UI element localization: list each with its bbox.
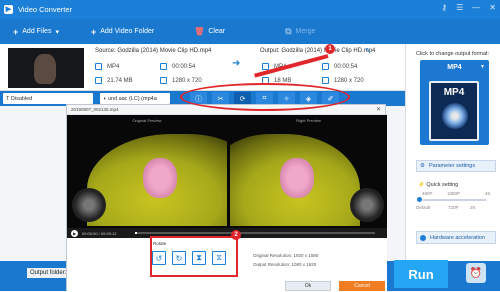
src-format: MP4 — [95, 63, 119, 70]
original-preview-label: Original Preview — [132, 118, 162, 123]
dialog-title: 20190807_002135.mp4 — [71, 107, 119, 112]
toggle-on-icon — [420, 234, 426, 241]
quality-720p: 720P — [448, 205, 459, 210]
settings-icon: ⚙ — [420, 163, 425, 169]
format-name: MP4 — [447, 64, 462, 71]
seek-bar[interactable] — [135, 232, 375, 234]
edit-name-icon[interactable]: ✎ — [365, 47, 371, 55]
run-button[interactable]: Run — [394, 260, 448, 288]
right-preview-label: Right Preview — [296, 118, 321, 123]
menu-icon[interactable]: ☰ — [456, 3, 463, 12]
preview-area: Original Preview Right Preview — [67, 115, 387, 228]
quality-480p: 480P — [422, 191, 433, 196]
output-folder-label: Output folder: — [27, 268, 70, 278]
out-resolution: 1280 x 720 — [322, 77, 364, 84]
quality-4k: 4K — [485, 191, 491, 196]
parameter-settings-button[interactable]: ⚙ Parameter settings — [416, 160, 496, 172]
src-duration: 00:00:54 — [160, 63, 195, 70]
app-logo-icon: ▶ — [4, 5, 13, 14]
cancel-button[interactable]: Cancel — [339, 281, 385, 291]
resolution-icon — [322, 77, 329, 84]
play-icon[interactable]: ▶ — [71, 229, 78, 237]
quality-slider-handle[interactable] — [416, 196, 423, 203]
merge-icon: ⧉ — [285, 26, 292, 36]
alarm-clock-icon[interactable]: ⏰ — [466, 263, 486, 283]
step-badge-1: 1 — [325, 44, 335, 54]
playback-time: 00:00:00 / 00:00:12 — [82, 230, 117, 236]
original-resolution: Original Resolution: 1920 x 1080 — [253, 253, 319, 258]
output-preview: Right Preview — [230, 118, 387, 226]
source-filename: Source: Godzilla (2014) Movie Clip HD.mp… — [95, 48, 212, 54]
key-icon[interactable]: ⚷ — [441, 3, 447, 12]
out-duration: 00:00:54 — [322, 63, 357, 70]
clear-button[interactable]: 🗑 Clear — [194, 27, 225, 36]
trash-icon: 🗑 — [194, 27, 205, 36]
add-folder-label: Add Video Folder — [100, 28, 155, 35]
title-bar: ▶ Video Converter ⚷ ☰ — ✕ — [0, 0, 500, 19]
output-format-panel: Click to change output format: MP4 ▼ MP4… — [405, 44, 500, 261]
plus-icon: + — [13, 26, 19, 37]
quick-setting-label: ⚡ Quick setting — [418, 182, 459, 188]
quality-default: Default — [416, 205, 431, 210]
minimize-icon[interactable]: — — [472, 3, 480, 12]
format-panel-title: Click to change output format: — [416, 51, 490, 57]
highlight-oval — [180, 83, 350, 111]
app-title: Video Converter — [18, 5, 73, 14]
mp4-format-icon: MP4 — [429, 81, 479, 141]
file-row: Source: Godzilla (2014) Movie Clip HD.mp… — [0, 44, 405, 91]
add-files-button[interactable]: + Add Files ▾ — [13, 27, 59, 37]
merge-label: Merge — [295, 28, 316, 35]
format-icon — [95, 63, 102, 70]
clear-label: Clear — [208, 28, 226, 35]
ok-button[interactable]: Ok — [285, 281, 331, 291]
output-resolution: Output Resolution: 1080 x 1920 — [253, 262, 317, 267]
file-size-icon — [95, 77, 102, 84]
quality-1080p: 1080P — [447, 191, 461, 196]
audio-track-select[interactable]: ◖ und aac (LC) (mp4a — [100, 93, 170, 104]
plus-icon: + — [90, 26, 97, 37]
highlight-box — [150, 236, 238, 277]
add-video-folder-button[interactable]: + Add Video Folder — [91, 27, 154, 37]
step-badge-2: 2 — [231, 230, 241, 240]
resolution-icon — [160, 77, 167, 84]
original-preview: Original Preview — [67, 118, 227, 226]
output-filename: Output: Godzilla (2014) Movie Clip HD.mp… — [260, 48, 376, 54]
subtitle-select[interactable]: T Disabled — [3, 93, 93, 104]
add-files-label: Add Files — [22, 28, 52, 35]
dialog-close-icon[interactable]: ✕ — [376, 106, 381, 113]
src-resolution: 1280 x 720 — [160, 77, 202, 84]
clock-icon — [322, 63, 329, 70]
window-controls: ⚷ ☰ — ✕ — [441, 3, 496, 12]
close-icon[interactable]: ✕ — [489, 3, 496, 12]
convert-arrow-icon: ➜ — [232, 58, 241, 69]
quality-slider[interactable] — [418, 199, 486, 201]
chevron-down-icon[interactable]: ▾ — [55, 28, 59, 36]
quality-2k: 2K — [470, 205, 476, 210]
merge-button[interactable]: ⧉ Merge — [285, 26, 315, 37]
output-format-selector[interactable]: MP4 ▼ MP4 — [420, 60, 489, 145]
chevron-down-icon: ▼ — [480, 64, 485, 70]
clock-icon — [160, 63, 167, 70]
main-toolbar: + Add Files ▾ + Add Video Folder 🗑 Clear… — [0, 19, 500, 44]
hardware-acceleration-toggle[interactable]: Hardware acceleration — [416, 231, 496, 244]
src-size: 21.74 MB — [95, 77, 133, 84]
video-thumbnail[interactable] — [8, 48, 84, 88]
